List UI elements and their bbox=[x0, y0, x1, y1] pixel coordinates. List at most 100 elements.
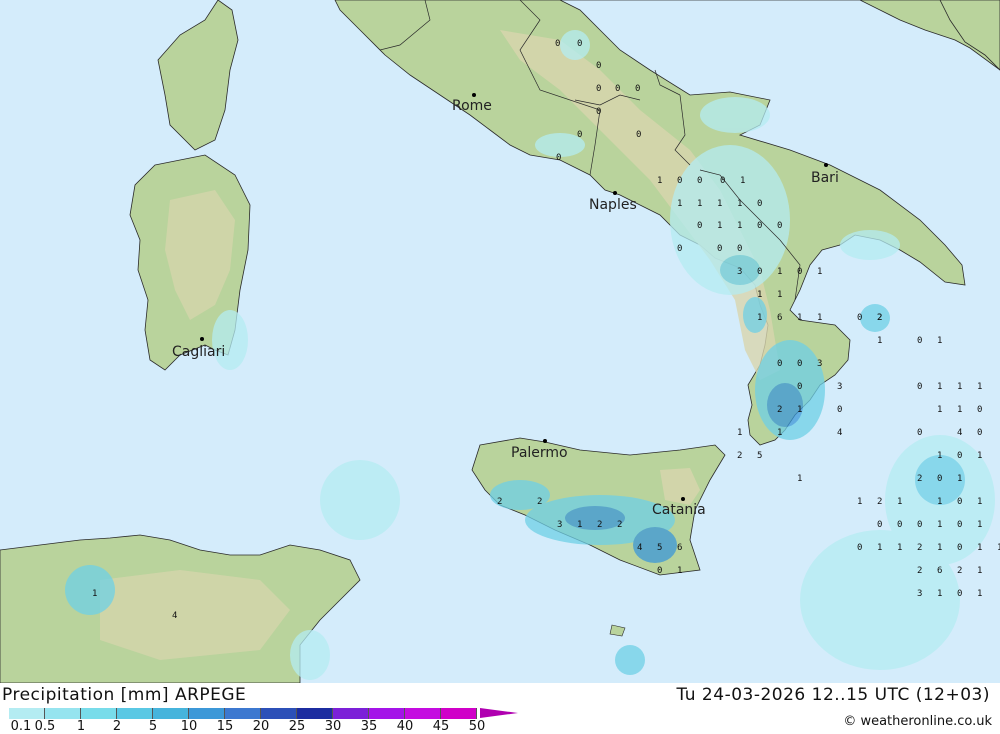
legend-swatch bbox=[81, 708, 117, 719]
precip-value: 0 bbox=[837, 405, 843, 415]
precip-value: 0 bbox=[556, 153, 562, 163]
precip-value: 0 bbox=[857, 543, 863, 553]
precipitation-map[interactable]: Rome Naples Bari Cagliari Palermo Catani… bbox=[0, 0, 1000, 683]
precip-value: 1 bbox=[740, 176, 746, 186]
legend-tick-label: 40 bbox=[396, 719, 414, 734]
precip-value: 1 bbox=[937, 543, 943, 553]
precip-value: 0 bbox=[877, 520, 883, 530]
precip-value: 0 bbox=[677, 176, 683, 186]
chart-title: Precipitation [mm] ARPEGE bbox=[2, 685, 247, 705]
legend-labels: 0.1 0.5 1 2 5 10 15 20 25 30 35 40 45 50 bbox=[0, 719, 520, 734]
precip-value: 1 bbox=[937, 589, 943, 599]
precip-value: 0 bbox=[957, 497, 963, 507]
legend-tick-label: 50 bbox=[468, 719, 486, 734]
precip-value: 1 bbox=[897, 543, 903, 553]
legend-swatch bbox=[153, 708, 189, 719]
africa-hills bbox=[100, 570, 290, 660]
precip-value: 1 bbox=[957, 405, 963, 415]
precip-value: 1 bbox=[737, 199, 743, 209]
legend-swatch bbox=[225, 708, 261, 719]
city-dot-palermo bbox=[543, 439, 547, 443]
precip-value: 0 bbox=[577, 39, 583, 49]
legend-tick-label: 1 bbox=[76, 719, 86, 734]
precip-value: 0 bbox=[957, 520, 963, 530]
credit-link[interactable]: © weatheronline.co.uk bbox=[843, 714, 992, 729]
run-time: Tu 24-03-2026 12..15 UTC (12+03) bbox=[676, 685, 990, 705]
precip-value: 0 bbox=[737, 244, 743, 254]
precip-value: 4 bbox=[957, 428, 963, 438]
city-dot-rome bbox=[472, 93, 476, 97]
precip-value: 1 bbox=[737, 221, 743, 231]
precip-value: 3 bbox=[557, 520, 563, 530]
precip-value: 1 bbox=[977, 566, 983, 576]
precip-value: 1 bbox=[897, 497, 903, 507]
precip-value: 0 bbox=[555, 39, 561, 49]
city-dot-bari bbox=[824, 163, 828, 167]
precip-value: 0 bbox=[615, 84, 621, 94]
precip-value: 2 bbox=[617, 520, 623, 530]
precip-value: 0 bbox=[596, 107, 602, 117]
precip-value: 0 bbox=[977, 428, 983, 438]
precip-value: 2 bbox=[537, 497, 543, 507]
precip-value: 0 bbox=[917, 520, 923, 530]
precip-value: 1 bbox=[757, 290, 763, 300]
legend-swatch bbox=[297, 708, 333, 719]
precip-value: 1 bbox=[797, 474, 803, 484]
legend-tick-label: 45 bbox=[432, 719, 450, 734]
precip-value: 1 bbox=[92, 589, 98, 599]
precip-value: 0 bbox=[977, 405, 983, 415]
precip-value: 1 bbox=[957, 382, 963, 392]
precip-value: 1 bbox=[937, 497, 943, 507]
precip-value: 3 bbox=[817, 359, 823, 369]
precip-value: 1 bbox=[977, 520, 983, 530]
precip-value: 1 bbox=[777, 428, 783, 438]
precip-value: 1 bbox=[977, 589, 983, 599]
precip-value: 1 bbox=[977, 497, 983, 507]
precip-value: 0 bbox=[697, 221, 703, 231]
precip-value: 1 bbox=[677, 566, 683, 576]
city-label-palermo: Palermo bbox=[511, 445, 568, 461]
precip-value: 0 bbox=[917, 428, 923, 438]
precip-value: 4 bbox=[172, 611, 178, 621]
precip-value: 0 bbox=[777, 221, 783, 231]
legend-swatch bbox=[333, 708, 369, 719]
precip-value: 1 bbox=[657, 176, 663, 186]
precip-value: 1 bbox=[937, 382, 943, 392]
precip-value: 1 bbox=[977, 543, 983, 553]
precip-value: 1 bbox=[817, 267, 823, 277]
precip-value: 0 bbox=[797, 267, 803, 277]
precip-value: 2 bbox=[877, 497, 883, 507]
precip-value: 1 bbox=[937, 520, 943, 530]
legend-swatch bbox=[45, 708, 81, 719]
precip-value: 3 bbox=[837, 382, 843, 392]
precip-value: 1 bbox=[737, 428, 743, 438]
legend-tick-label: 2 bbox=[112, 719, 122, 734]
precip-value: 6 bbox=[777, 313, 783, 323]
precip-value: 0 bbox=[957, 589, 963, 599]
precip-value: 0 bbox=[957, 543, 963, 553]
precip-value: 2 bbox=[497, 497, 503, 507]
city-label-cagliari: Cagliari bbox=[172, 344, 226, 360]
precip-value: 3 bbox=[917, 589, 923, 599]
legend-tick-label: 30 bbox=[324, 719, 342, 734]
precip-value: 0 bbox=[596, 61, 602, 71]
precip-value: 1 bbox=[717, 199, 723, 209]
precip-value: 1 bbox=[877, 543, 883, 553]
precip-value: 0 bbox=[917, 382, 923, 392]
city-label-naples: Naples bbox=[589, 197, 637, 213]
precip-value: 5 bbox=[757, 451, 763, 461]
precip-value: 0 bbox=[717, 244, 723, 254]
precip-value: 1 bbox=[777, 267, 783, 277]
legend-swatch bbox=[441, 708, 477, 719]
precip-value: 0 bbox=[917, 336, 923, 346]
precip-value: 1 bbox=[937, 336, 943, 346]
city-label-bari: Bari bbox=[811, 170, 839, 186]
city-dot-cagliari bbox=[200, 337, 204, 341]
legend-swatch bbox=[261, 708, 297, 719]
precip-value: 0 bbox=[697, 176, 703, 186]
legend-swatch bbox=[405, 708, 441, 719]
precip-value: 0 bbox=[677, 244, 683, 254]
footer: Precipitation [mm] ARPEGE Tu 24-03-2026 … bbox=[0, 683, 1000, 734]
legend-tick-label: 25 bbox=[288, 719, 306, 734]
precip-value: 3 bbox=[737, 267, 743, 277]
